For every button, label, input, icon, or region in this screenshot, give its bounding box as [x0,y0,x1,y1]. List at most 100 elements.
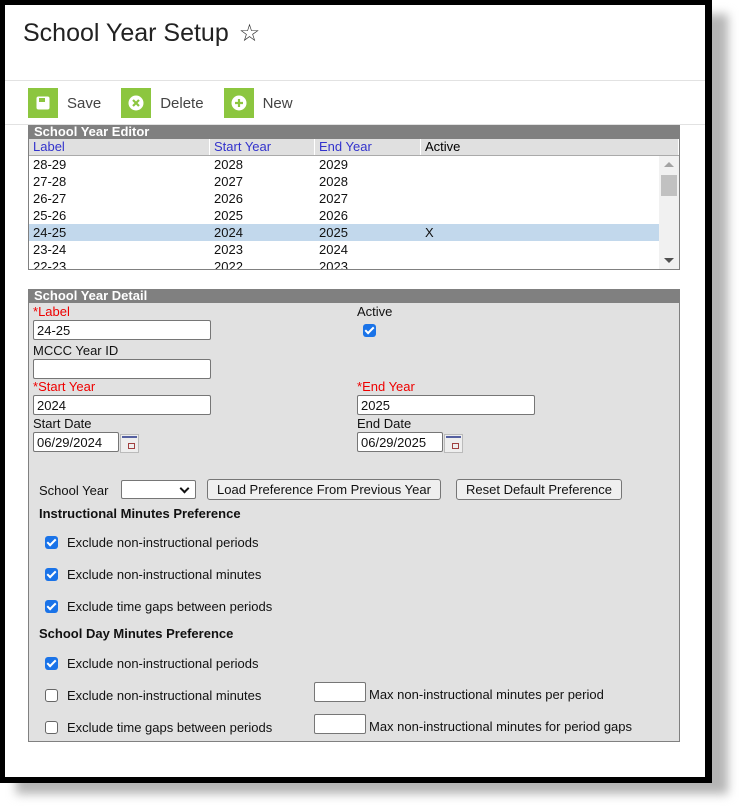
table-row-selected[interactable]: 24-25 2024 2025 X [29,224,659,241]
start-year-input[interactable] [33,395,211,415]
detail-title: School Year Detail [29,289,679,303]
new-button[interactable]: New [223,88,293,118]
instr-exclude-periods-label: Exclude non-instructional periods [67,535,259,550]
cell-active [421,156,659,173]
cell-label: 24-25 [33,225,67,240]
day-exclude-periods-label: Exclude non-instructional periods [67,656,259,671]
calendar-icon[interactable] [444,434,463,453]
cell-end-year: 2026 [319,208,348,223]
page: School Year Setup ☆ Save Delete New Scho… [5,5,705,777]
delete-icon [121,88,152,118]
cell-label: 23-24 [33,242,67,257]
cell-active [421,241,659,258]
school-year-editor: School Year Editor Label Start Year End … [28,125,680,270]
label-field-label: *Label [33,304,70,319]
column-header-label[interactable]: Label [29,139,210,155]
cell-active: X [425,225,434,240]
max-minutes-period-gaps-label: Max non-instructional minutes for period… [369,719,633,734]
instr-exclude-minutes-label: Exclude non-instructional minutes [67,567,262,582]
cell-start-year: 2023 [214,242,243,257]
save-icon [28,88,58,118]
table-body: 28-29 2028 2029 27-28 2027 2028 26-27 2026 202… [29,156,679,269]
cell-active [421,258,659,269]
cell-active [421,190,659,207]
instr-exclude-minutes-checkbox[interactable] [45,568,58,581]
column-header-active: Active [421,139,679,155]
window-frame: School Year Setup ☆ Save Delete New Scho… [0,0,712,783]
active-label: Active [357,304,393,319]
cell-end-year: 2028 [319,174,348,189]
editor-title: School Year Editor [29,125,679,139]
cell-end-year: 2027 [319,191,348,206]
cell-active [421,207,659,224]
school-year-select[interactable] [121,480,196,499]
save-button[interactable]: Save [28,88,101,118]
start-date-input[interactable] [33,432,119,452]
max-minutes-period-gaps-input[interactable] [314,714,366,734]
label-text: End Year [362,379,415,394]
cell-start-year: 2025 [214,208,243,223]
plus-icon [223,88,254,118]
cell-start-year: 2024 [214,225,243,240]
table-row[interactable]: 25-26 2025 2026 [29,207,659,224]
scrollbar-thumb[interactable] [661,175,677,196]
cell-end-year: 2029 [319,157,348,172]
scroll-up-arrow-icon[interactable] [664,162,674,167]
cell-start-year: 2027 [214,174,243,189]
toolbar: Save Delete New [28,88,293,118]
instr-exclude-periods-checkbox[interactable] [45,536,58,549]
save-label: Save [67,94,102,112]
column-header-end-year[interactable]: End Year [315,139,421,155]
page-title-text: School Year Setup [23,19,229,47]
calendar-icon[interactable] [120,434,139,453]
label-text: Label [38,304,70,319]
active-checkbox[interactable] [363,324,376,337]
page-title: School Year Setup ☆ [23,19,260,48]
cell-label: 25-26 [33,208,67,223]
mccc-year-id-label: MCCC Year ID [33,343,119,358]
day-exclude-minutes-checkbox[interactable] [45,689,58,702]
end-year-label: *End Year [357,379,415,394]
table-row[interactable]: 28-29 2028 2029 [29,156,659,173]
table-row[interactable]: 27-28 2027 2028 [29,173,659,190]
cell-start-year: 2022 [214,259,243,269]
cell-start-year: 2026 [214,191,243,206]
day-exclude-gaps-checkbox[interactable] [45,721,58,734]
column-header-start-year[interactable]: Start Year [210,139,315,155]
load-preference-button[interactable]: Load Preference From Previous Year [207,479,441,500]
instr-exclude-gaps-checkbox[interactable] [45,600,58,613]
day-exclude-gaps-label: Exclude time gaps between periods [67,720,273,735]
max-minutes-per-period-input[interactable] [314,682,366,702]
start-date-label: Start Date [33,416,92,431]
end-date-input[interactable] [357,432,443,452]
instructional-minutes-heading: Instructional Minutes Preference [39,506,241,521]
end-year-input[interactable] [357,395,535,415]
delete-button[interactable]: Delete [121,88,204,118]
start-year-label: *Start Year [33,379,95,394]
table-row[interactable]: 22-23 2022 2023 [29,258,659,269]
table-row[interactable]: 26-27 2026 2027 [29,190,659,207]
school-year-select-label: School Year [39,483,109,498]
max-minutes-per-period-label: Max non-instructional minutes per period [369,687,604,702]
mccc-year-id-input[interactable] [33,359,211,379]
cell-start-year: 2028 [214,157,243,172]
label-text: Start Year [38,379,96,394]
cell-label: 22-23 [33,259,67,269]
scroll-down-arrow-icon[interactable] [664,258,674,263]
table-scrollbar[interactable] [659,156,679,269]
cell-end-year: 2025 [319,225,348,240]
day-exclude-periods-checkbox[interactable] [45,657,58,670]
star-icon[interactable]: ☆ [239,19,261,48]
divider [5,80,705,81]
reset-default-preference-button[interactable]: Reset Default Preference [456,479,622,500]
instr-exclude-gaps-label: Exclude time gaps between periods [67,599,273,614]
cell-active [421,173,659,190]
new-label: New [262,94,293,112]
table-row[interactable]: 23-24 2023 2024 [29,241,659,258]
end-date-label: End Date [357,416,412,431]
cell-label: 28-29 [33,157,67,172]
label-input[interactable] [33,320,211,340]
day-exclude-minutes-label: Exclude non-instructional minutes [67,688,262,703]
delete-label: Delete [160,94,204,112]
cell-label: 26-27 [33,191,67,206]
